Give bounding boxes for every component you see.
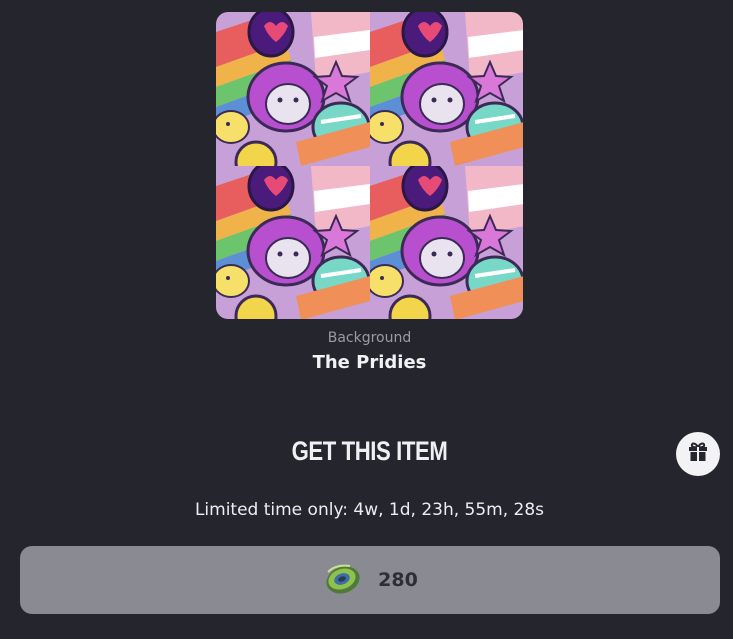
limited-time-countdown: Limited time only: 4w, 1d, 23h, 55m, 28s <box>194 500 545 520</box>
gift-button[interactable] <box>676 432 720 476</box>
get-item-heading: GET THIS ITEM <box>291 436 448 466</box>
gift-icon <box>687 441 709 467</box>
price-label: 280 <box>378 569 418 591</box>
item-category: Background <box>327 330 412 346</box>
item-name: The Pridies <box>312 352 427 373</box>
purchase-button[interactable]: 280 <box>20 546 720 614</box>
item-preview-image <box>216 12 523 319</box>
coin-icon <box>322 562 364 598</box>
